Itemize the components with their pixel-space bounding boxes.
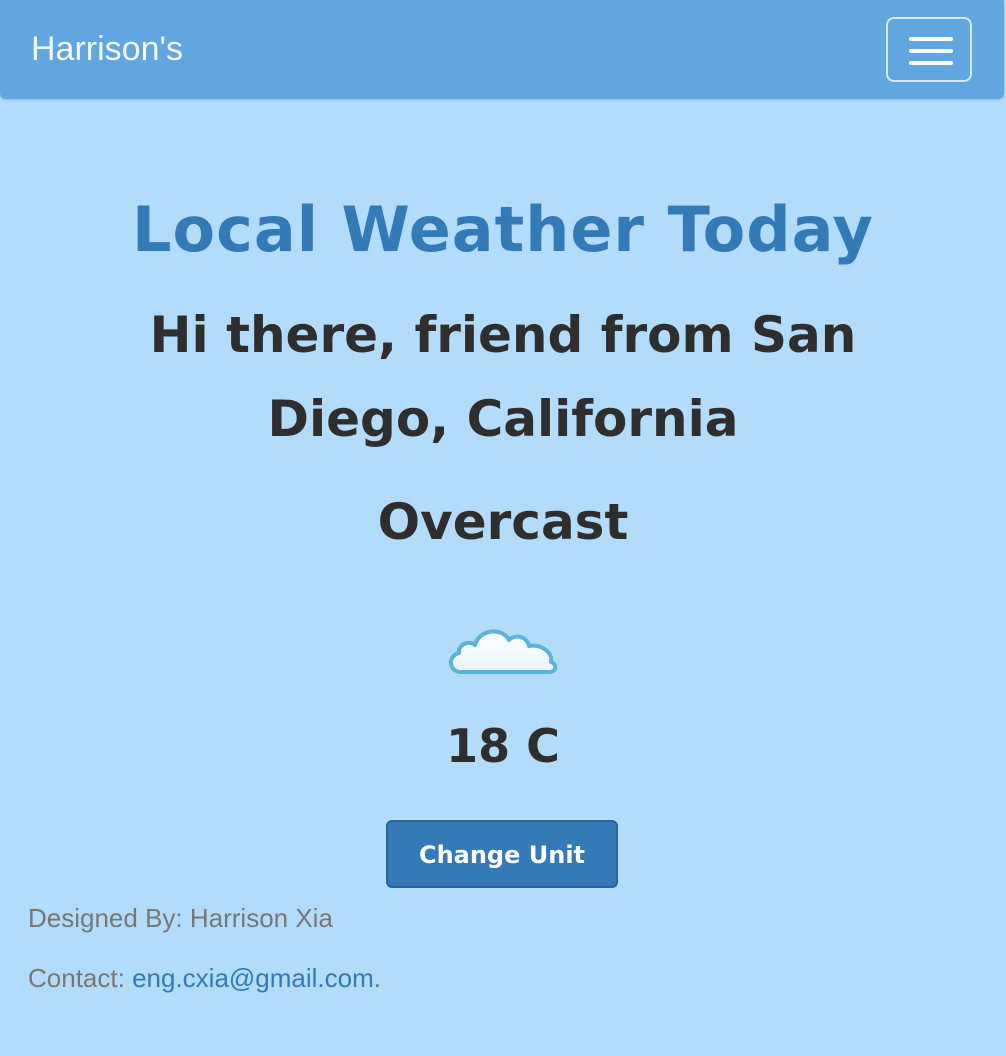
- brand-link[interactable]: Harrison's: [31, 29, 183, 69]
- temperature: 18 C: [446, 719, 560, 773]
- contact-suffix: .: [373, 963, 382, 993]
- email-link[interactable]: eng.cxia@gmail.com: [132, 963, 374, 993]
- change-unit-button[interactable]: Change Unit: [386, 820, 618, 888]
- hamburger-bar: [909, 49, 953, 53]
- page-title: Local Weather Today: [132, 193, 874, 266]
- cloud-icon: [443, 616, 563, 680]
- location-greeting: Hi there, friend from San Diego, Califor…: [149, 306, 857, 448]
- contact-line: Contact: eng.cxia@gmail.com.: [28, 961, 381, 995]
- navbar: Harrison's: [0, 0, 1004, 99]
- weather-condition: Overcast: [377, 493, 629, 551]
- designed-by-text: Designed By: Harrison Xia: [28, 903, 333, 933]
- contact-label: Contact:: [28, 963, 133, 993]
- hamburger-bar: [909, 61, 953, 65]
- menu-toggle-button[interactable]: [886, 17, 972, 82]
- hamburger-menu-icon: [909, 37, 953, 41]
